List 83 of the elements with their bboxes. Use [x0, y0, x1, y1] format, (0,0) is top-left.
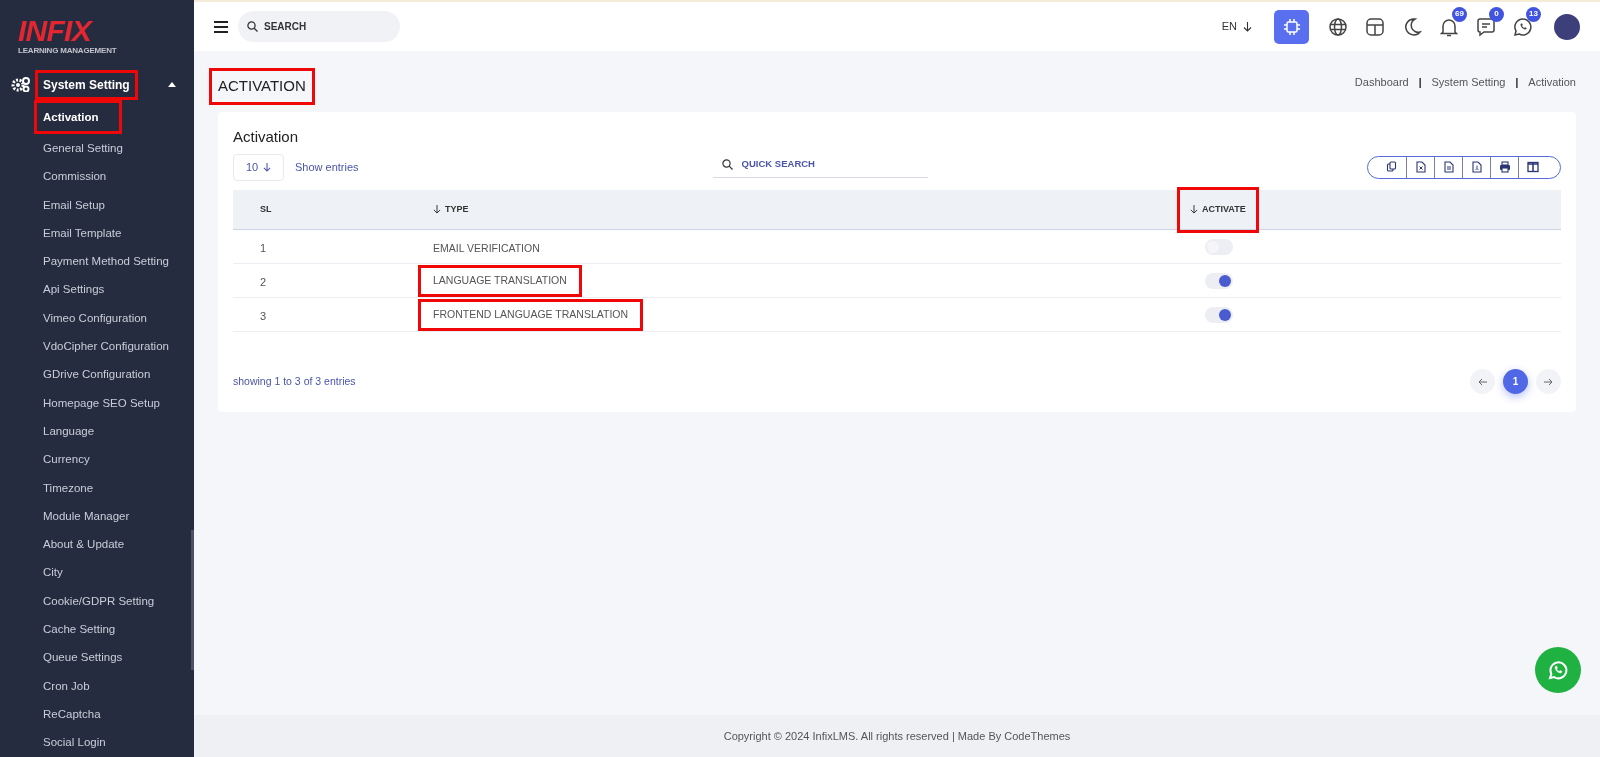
- sidebar-item[interactable]: Payment Method Setting: [37, 247, 175, 276]
- column-header: SL: [260, 202, 272, 216]
- logo-subtitle: LEARNING MANAGEMENT: [18, 46, 118, 55]
- notification-badge: 13: [1526, 6, 1541, 22]
- table-cell: 1: [260, 241, 267, 254]
- layout-button[interactable]: [1364, 15, 1386, 38]
- table-cell: 2: [260, 275, 267, 288]
- gears-icon: [11, 77, 30, 93]
- table-cell: LANGUAGE TRANSLATION: [421, 268, 579, 294]
- user-avatar[interactable]: [1554, 13, 1580, 40]
- sidebar-item[interactable]: Email Setup: [37, 191, 111, 220]
- sidebar-item[interactable]: ReCaptcha: [37, 700, 107, 729]
- excel-icon: [1414, 161, 1427, 173]
- sidebar-item[interactable]: Module Manager: [37, 502, 136, 531]
- copy-icon: [1386, 161, 1398, 173]
- language-dropdown[interactable]: EN: [1221, 18, 1252, 35]
- sidebar-item[interactable]: Api Settings: [37, 275, 111, 305]
- page-size-select[interactable]: 10: [233, 153, 284, 181]
- globe-icon: [1327, 15, 1349, 38]
- sidebar-section[interactable]: System Setting: [38, 72, 135, 97]
- sidebar-item[interactable]: Commission: [37, 162, 113, 192]
- quick-search-field[interactable]: QUICK SEARCH: [712, 150, 928, 178]
- show-entries-label: Show entries: [295, 159, 359, 175]
- toggle-switch[interactable]: [1205, 272, 1233, 289]
- sidebar-item[interactable]: Homepage SEO Setup: [37, 389, 166, 418]
- sort-arrow-icon: [433, 205, 441, 214]
- pdf-icon: [1470, 161, 1483, 173]
- breadcrumb-link[interactable]: Activation: [1528, 74, 1576, 91]
- table-cell: 3: [260, 309, 267, 322]
- sidebar-item[interactable]: Timezone: [37, 474, 100, 503]
- breadcrumb-separator: |: [1515, 75, 1519, 90]
- sidebar-item[interactable]: Currency: [37, 445, 96, 475]
- sidebar-item[interactable]: Social Login: [37, 728, 112, 757]
- columns-icon: [1526, 161, 1539, 173]
- sidebar-item[interactable]: City: [37, 558, 69, 588]
- down-arrow-icon: [263, 162, 272, 172]
- sidebar-item[interactable]: Cookie/GDPR Setting: [37, 587, 161, 616]
- sort-arrow-icon: [1190, 205, 1198, 214]
- chat-button[interactable]: [1475, 15, 1497, 38]
- menu-icon[interactable]: [214, 20, 228, 33]
- csv-icon: [1442, 161, 1455, 173]
- sidebar-item[interactable]: Cron Job: [37, 672, 96, 701]
- table-cell: FRONTEND LANGUAGE TRANSLATION: [421, 302, 641, 328]
- toggle-switch[interactable]: [1205, 306, 1233, 323]
- sidebar-item[interactable]: Language: [37, 417, 101, 446]
- page-title: ACTIVATION: [212, 71, 312, 102]
- sidebar-item[interactable]: GDrive Configuration: [37, 360, 157, 390]
- layout-icon: [1364, 15, 1386, 38]
- sidebar-item[interactable]: VdoCipher Configuration: [37, 332, 175, 361]
- notification-badge: 69: [1452, 6, 1467, 22]
- down-arrow-icon: [1243, 21, 1252, 32]
- print-icon: [1498, 161, 1511, 173]
- page-button[interactable]: 1: [1503, 369, 1528, 394]
- chat-icon: [1475, 15, 1497, 38]
- left-arrow-icon: [1478, 377, 1487, 386]
- phone-chat-icon: [1512, 15, 1534, 38]
- table-cell-text: EMAIL VERIFICATION: [433, 240, 540, 256]
- column-header[interactable]: TYPE: [433, 202, 469, 217]
- sidebar-item[interactable]: Queue Settings: [37, 643, 129, 673]
- search-icon: [721, 159, 733, 170]
- sidebar-item[interactable]: About & Update: [37, 530, 131, 559]
- chip-button[interactable]: [1274, 9, 1309, 44]
- card-title: Activation: [233, 126, 300, 147]
- copyright-text: Copyright © 2024 InfixLMS. All rights reserved | Made By CodeThemes: [723, 728, 1071, 744]
- breadcrumb-separator: |: [1418, 75, 1422, 90]
- entries-summary: showing 1 to 3 of 3 entries: [233, 373, 356, 389]
- whatsapp-icon: [1546, 658, 1570, 682]
- sidebar-item[interactable]: General Setting: [37, 134, 129, 163]
- notification-badge: 0: [1489, 6, 1504, 22]
- search-field[interactable]: SEARCH: [238, 11, 400, 42]
- logo-title: INFIX: [18, 16, 94, 46]
- globe-button[interactable]: [1327, 15, 1349, 38]
- sidebar-item[interactable]: Email Template: [37, 219, 128, 248]
- sidebar-item[interactable]: Cache Setting: [37, 615, 122, 644]
- scrollbar-thumb[interactable]: [191, 530, 194, 670]
- sidebar-item[interactable]: Activation: [37, 103, 119, 132]
- column-header[interactable]: ACTIVATE: [1180, 189, 1256, 230]
- sidebar-item[interactable]: Vimeo Configuration: [37, 304, 153, 333]
- breadcrumb-link[interactable]: Dashboard: [1354, 74, 1409, 91]
- right-arrow-icon: [1544, 377, 1553, 386]
- phone-chat-button[interactable]: [1512, 15, 1534, 38]
- breadcrumb-link[interactable]: System Setting: [1431, 74, 1506, 91]
- whatsapp-button[interactable]: [1535, 647, 1581, 693]
